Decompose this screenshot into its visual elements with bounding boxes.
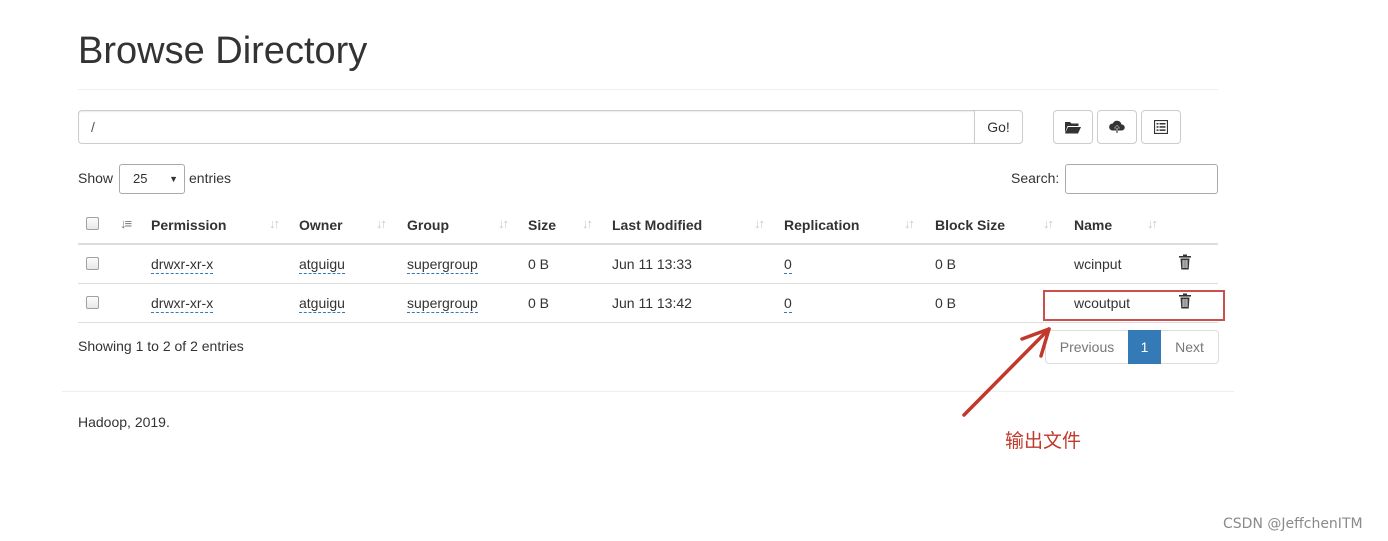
table-info: Showing 1 to 2 of 2 entries: [78, 338, 244, 354]
column-header-size[interactable]: Size: [528, 217, 556, 233]
permission-cell[interactable]: drwxr-xr-x: [151, 295, 214, 313]
path-bar: Go!: [78, 110, 1023, 144]
last-modified-cell: Jun 11 13:42: [612, 295, 692, 311]
cut-paste-button[interactable]: [1141, 110, 1181, 144]
last-modified-cell: Jun 11 13:33: [612, 256, 692, 272]
annotation-text: 输出文件: [1005, 430, 1082, 452]
replication-cell[interactable]: 0: [784, 256, 792, 274]
go-button[interactable]: Go!: [974, 110, 1023, 144]
search-input[interactable]: [1065, 164, 1218, 194]
sort-icon[interactable]: ↓↑: [498, 216, 509, 231]
group-cell[interactable]: supergroup: [407, 295, 478, 313]
chevron-down-icon: ▼: [169, 174, 178, 184]
entries-label: entries: [189, 170, 232, 186]
previous-page-button[interactable]: Previous: [1045, 330, 1128, 364]
list-icon: [1154, 120, 1168, 134]
replication-cell[interactable]: 0: [784, 295, 792, 313]
size-cell: 0 B: [528, 256, 550, 272]
permission-cell[interactable]: drwxr-xr-x: [151, 256, 214, 274]
sort-icon[interactable]: ↓↑: [376, 216, 387, 231]
column-header-block-size[interactable]: Block Size: [935, 217, 1005, 233]
footer-copyright: Hadoop, 2019.: [78, 414, 170, 430]
create-directory-button[interactable]: [1053, 110, 1093, 144]
sort-icon[interactable]: ↓↑: [269, 216, 280, 231]
sort-icon[interactable]: ↓↑: [754, 216, 765, 231]
page-size-value: 25: [133, 171, 148, 186]
trash-icon[interactable]: [1178, 254, 1192, 270]
size-cell: 0 B: [528, 295, 550, 311]
column-header-permission[interactable]: Permission: [151, 217, 226, 233]
block-size-cell: 0 B: [935, 295, 957, 311]
cloud-upload-icon: [1109, 120, 1125, 134]
table-header-row: ↓≡ Permission ↓↑ Owner ↓↑ Group ↓↑ Size …: [78, 205, 1218, 245]
row-checkbox[interactable]: [86, 296, 99, 309]
trash-icon[interactable]: [1178, 293, 1192, 309]
hdfs-browser-page: Browse Directory Go! Show 25 ▼: [0, 0, 1388, 541]
table-row: drwxr-xr-x atguigu supergroup 0 B Jun 11…: [78, 284, 1218, 323]
sort-icon[interactable]: ↓↑: [582, 216, 593, 231]
column-header-last-modified[interactable]: Last Modified: [612, 217, 702, 233]
watermark: CSDN @JeffchenITM: [1223, 516, 1363, 532]
column-header-owner[interactable]: Owner: [299, 217, 343, 233]
block-size-cell: 0 B: [935, 256, 957, 272]
file-name-link[interactable]: wcoutput: [1074, 295, 1130, 311]
sort-asc-icon[interactable]: ↓≡: [120, 216, 132, 231]
upload-button[interactable]: [1097, 110, 1137, 144]
folder-open-icon: [1065, 122, 1081, 134]
page-1-button[interactable]: 1: [1128, 330, 1161, 364]
column-header-replication[interactable]: Replication: [784, 217, 859, 233]
sort-icon[interactable]: ↓↑: [1043, 216, 1054, 231]
title-divider: [78, 89, 1218, 90]
column-header-group[interactable]: Group: [407, 217, 449, 233]
group-cell[interactable]: supergroup: [407, 256, 478, 274]
footer-divider: [62, 391, 1234, 392]
column-header-name[interactable]: Name: [1074, 217, 1112, 233]
file-name-link[interactable]: wcinput: [1074, 256, 1121, 272]
select-all-checkbox[interactable]: [86, 217, 99, 230]
owner-cell[interactable]: atguigu: [299, 295, 345, 313]
page-size-select[interactable]: 25 ▼: [119, 164, 185, 194]
row-checkbox[interactable]: [86, 257, 99, 270]
table-row: drwxr-xr-x atguigu supergroup 0 B Jun 11…: [78, 245, 1218, 284]
path-input[interactable]: [78, 110, 974, 144]
next-page-button[interactable]: Next: [1161, 330, 1219, 364]
sort-icon[interactable]: ↓↑: [1147, 216, 1158, 231]
pagination: Previous 1 Next: [1045, 330, 1219, 364]
search-label: Search:: [1011, 170, 1060, 186]
show-label: Show: [78, 170, 114, 186]
sort-icon[interactable]: ↓↑: [904, 216, 915, 231]
page-title: Browse Directory: [78, 30, 368, 72]
owner-cell[interactable]: atguigu: [299, 256, 345, 274]
